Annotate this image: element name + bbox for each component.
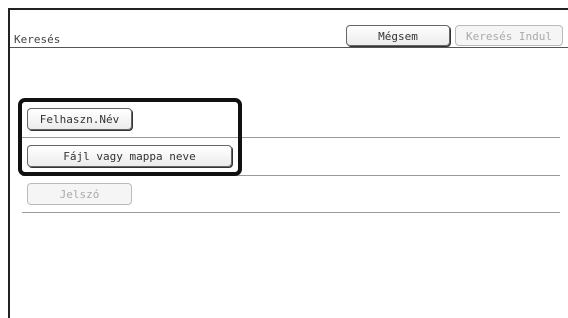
cancel-button[interactable]: Mégsem (346, 25, 450, 46)
page-title: Keresés (14, 33, 61, 46)
search-start-button[interactable]: Keresés Indul (455, 25, 563, 46)
file-folder-name-button[interactable]: Fájl vagy mappa neve (27, 145, 232, 167)
password-button[interactable]: Jelszó (27, 183, 132, 205)
username-button[interactable]: Felhaszn.Név (27, 108, 132, 130)
row-divider (22, 212, 560, 213)
